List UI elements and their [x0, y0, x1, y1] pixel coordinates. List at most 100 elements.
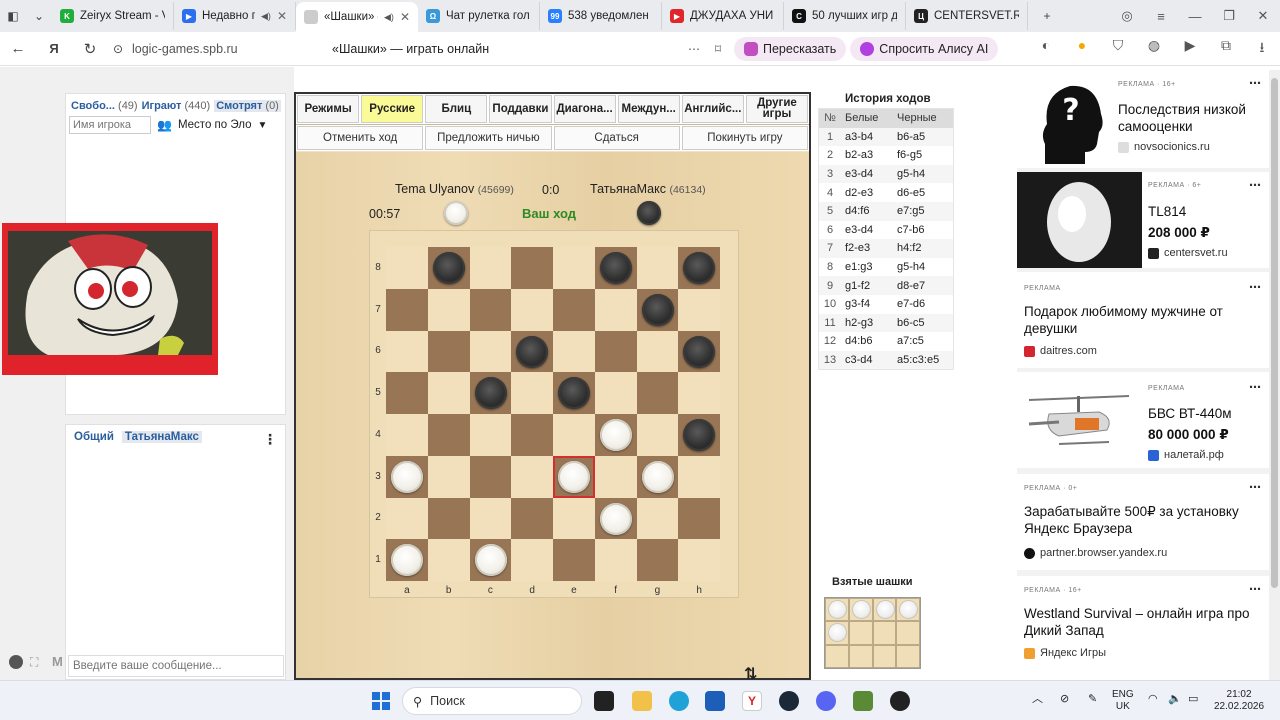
- ad-menu-icon[interactable]: ⋯: [1249, 582, 1261, 596]
- board-square[interactable]: [469, 455, 512, 498]
- player-search-input[interactable]: [69, 116, 151, 134]
- history-row[interactable]: 4 d2-e3 d6-e5: [819, 183, 953, 202]
- board-square[interactable]: [469, 372, 512, 414]
- tab-close-icon[interactable]: ✕: [277, 9, 287, 23]
- board-square[interactable]: [553, 288, 595, 331]
- board-square[interactable]: [511, 372, 553, 414]
- wifi-icon[interactable]: ◠: [1148, 693, 1158, 705]
- board-square[interactable]: [427, 330, 470, 373]
- black-checker[interactable]: [474, 377, 507, 410]
- board-square[interactable]: [636, 288, 679, 331]
- yandex-browser-icon[interactable]: Y: [742, 691, 762, 711]
- chat-tab-general[interactable]: Общий: [74, 431, 114, 443]
- tab-audio-icon[interactable]: ◀): [384, 12, 394, 23]
- mode-button[interactable]: Блиц: [425, 95, 488, 123]
- board-square[interactable]: [553, 372, 595, 414]
- network-off-icon[interactable]: ⊘: [1060, 693, 1069, 705]
- browser-tab[interactable]: C 50 лучших игр д: [784, 2, 906, 30]
- ad-card[interactable]: ? РЕКЛАМА · 16+ ⋯ Последствия низкой сам…: [1017, 70, 1269, 168]
- record-icon[interactable]: [9, 655, 23, 669]
- history-row[interactable]: 5 d4:f6 e7:g5: [819, 201, 953, 221]
- checkers-board[interactable]: [386, 247, 720, 581]
- black-checker[interactable]: [641, 293, 674, 326]
- game-action-button[interactable]: Отменить ход: [297, 126, 424, 150]
- white-checker[interactable]: [558, 460, 590, 493]
- board-square[interactable]: [386, 330, 428, 373]
- white-checker[interactable]: [641, 460, 674, 493]
- board-square[interactable]: [678, 372, 720, 414]
- page-menu-icon[interactable]: ⋯: [682, 42, 706, 56]
- store-icon[interactable]: [705, 691, 725, 711]
- tabs-dropdown-icon[interactable]: ⌄: [26, 4, 52, 28]
- board-square[interactable]: [427, 455, 470, 498]
- players-tab[interactable]: Смотрят (0): [214, 100, 281, 112]
- board-square[interactable]: [427, 497, 470, 540]
- history-row[interactable]: 10 g3-f4 e7-d6: [819, 295, 953, 314]
- board-square[interactable]: [469, 414, 512, 456]
- language-indicator[interactable]: ENG UK: [1112, 689, 1134, 713]
- ad-card[interactable]: РЕКЛАМА ⋯ Подарок любимому мужчине от де…: [1017, 272, 1269, 368]
- board-square[interactable]: [553, 414, 595, 456]
- ad-menu-icon[interactable]: ⋯: [1249, 178, 1261, 192]
- discord-icon[interactable]: [816, 691, 836, 711]
- windows-start-icon[interactable]: [372, 692, 390, 710]
- steam-icon[interactable]: [779, 691, 799, 711]
- board-square[interactable]: [553, 497, 595, 540]
- black-checker[interactable]: [683, 419, 716, 451]
- board-square[interactable]: [511, 247, 553, 289]
- white-checker[interactable]: [599, 419, 632, 451]
- board-square[interactable]: [678, 455, 720, 498]
- board-square[interactable]: [469, 330, 512, 373]
- board-square[interactable]: [636, 414, 679, 456]
- white-checker[interactable]: [599, 502, 632, 535]
- white-checker[interactable]: [474, 544, 507, 577]
- url-text[interactable]: logic-games.spb.ru: [132, 42, 332, 56]
- board-square[interactable]: [594, 414, 637, 456]
- board-square[interactable]: [636, 455, 679, 498]
- ad-menu-icon[interactable]: ⋯: [1249, 76, 1261, 90]
- board-square[interactable]: [594, 497, 637, 540]
- downloads-icon[interactable]: ≡: [1144, 9, 1178, 24]
- history-row[interactable]: 8 e1:g3 g5-h4: [819, 258, 953, 277]
- extensions-icon[interactable]: ⧉: [1208, 37, 1244, 61]
- page-scrollbar[interactable]: [1269, 70, 1280, 680]
- mode-button[interactable]: Поддавки: [489, 95, 552, 123]
- black-checker[interactable]: [683, 335, 716, 368]
- board-square[interactable]: [469, 288, 512, 331]
- board-square[interactable]: [636, 497, 679, 540]
- mode-button[interactable]: Англи­йс...: [681, 95, 744, 123]
- bookmark-icon[interactable]: ⌑: [706, 42, 730, 56]
- file-explorer-icon[interactable]: [632, 691, 652, 711]
- players-tab[interactable]: Играют (440): [142, 100, 211, 112]
- board-square[interactable]: [427, 539, 470, 581]
- board-square[interactable]: [594, 330, 637, 373]
- board-square[interactable]: [386, 414, 428, 456]
- ad-menu-icon[interactable]: ⋯: [1249, 280, 1261, 294]
- board-square[interactable]: [469, 497, 512, 540]
- board-square[interactable]: [636, 539, 679, 581]
- board-square[interactable]: [427, 414, 470, 456]
- players-tab[interactable]: Свобо... (49): [71, 100, 138, 112]
- sort-select[interactable]: Место по Эло ▼: [178, 119, 267, 131]
- mode-button[interactable]: Другие игры: [745, 95, 808, 123]
- ask-alice-button[interactable]: Спросить Алису AI: [850, 36, 999, 61]
- board-square[interactable]: [386, 455, 428, 498]
- board-square[interactable]: [678, 247, 720, 289]
- browser-tab[interactable]: 99 538 уведомлен: [540, 2, 662, 30]
- history-row[interactable]: 11 h2-g3 b6-c5: [819, 313, 953, 333]
- ad-card[interactable]: РЕКЛАМА · 16+ ⋯ Westland Survival – онла…: [1017, 576, 1269, 680]
- downloads-icon[interactable]: ⭳: [1244, 37, 1280, 61]
- ad-card[interactable]: РЕКЛАМА · 6+ ⋯ TL814 208 000 ₽ centersve…: [1017, 172, 1269, 268]
- ad-card[interactable]: РЕКЛАМА ⋯ БВС ВТ-440м 80 000 000 ₽ налет…: [1017, 372, 1269, 468]
- history-row[interactable]: 2 b2-a3 f6-g5: [819, 146, 953, 165]
- browser-tab[interactable]: Ц CENTERSVET.R: [906, 2, 1028, 30]
- board-square[interactable]: [386, 288, 428, 331]
- board-square[interactable]: [469, 247, 512, 289]
- minimize-icon[interactable]: —: [1178, 9, 1212, 24]
- board-square[interactable]: [511, 288, 553, 331]
- black-checker[interactable]: [599, 252, 632, 284]
- history-row[interactable]: 9 g1-f2 d8-e7: [819, 276, 953, 295]
- game-action-button[interactable]: Покинуть игру: [681, 126, 808, 150]
- clock[interactable]: 21:02 22.02.2026: [1214, 689, 1264, 713]
- yandex-home-icon[interactable]: Я: [36, 41, 72, 56]
